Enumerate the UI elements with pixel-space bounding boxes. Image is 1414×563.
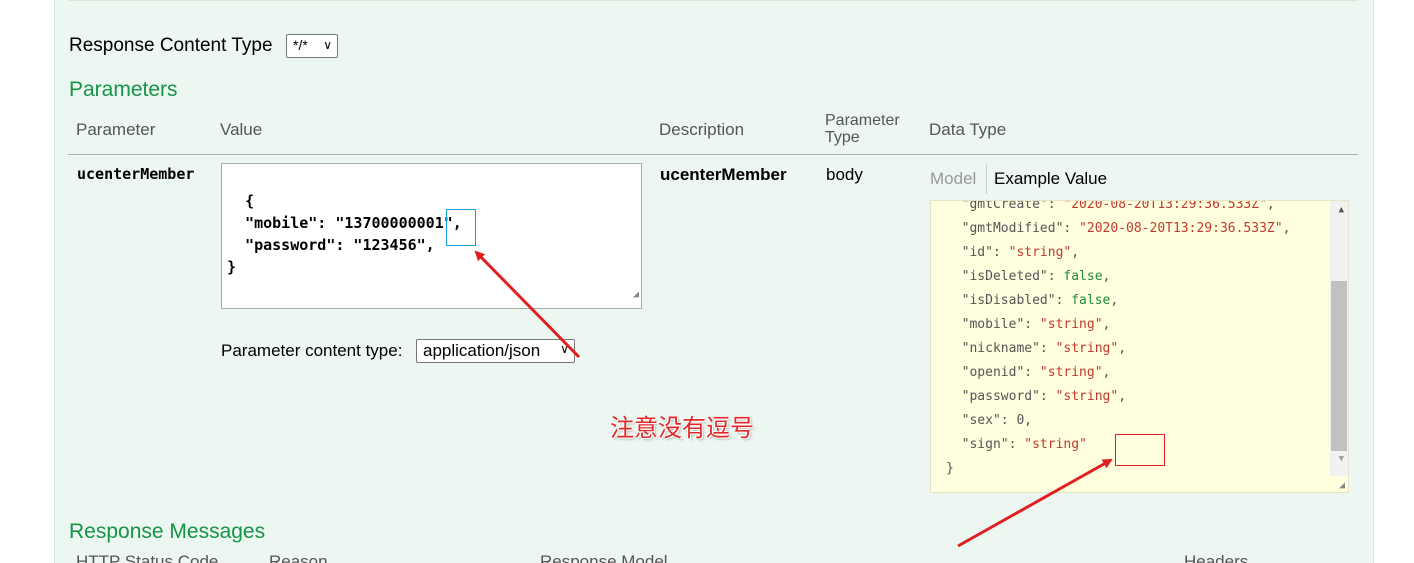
example-json-line: "nickname": "string", [946, 337, 1290, 361]
response-content-type-value: */* [293, 37, 308, 53]
json-value: "string" [1008, 245, 1072, 260]
header-underline [68, 154, 1358, 155]
example-json-line: "openid": "string", [946, 361, 1290, 385]
json-comma: , [1071, 245, 1080, 260]
parameter-name: ucenterMember [77, 165, 195, 183]
json-comma: , [1266, 200, 1275, 212]
scrollbar-thumb[interactable] [1331, 281, 1347, 451]
resize-grip-icon[interactable]: ◢ [633, 284, 639, 306]
json-comma: , [1102, 317, 1111, 332]
json-key: "nickname": [946, 341, 1056, 356]
json-value: "string" [1024, 437, 1087, 452]
scroll-up-icon[interactable]: ▲ [1339, 205, 1344, 215]
json-comma: , [1110, 293, 1119, 308]
header-parameter: Parameter [76, 120, 156, 139]
json-value: "string" [1055, 341, 1119, 356]
highlight-box-comma [446, 209, 476, 246]
parameter-content-type-value: application/json [423, 341, 541, 360]
header-reason: Reason [269, 552, 328, 563]
resize-grip-icon[interactable]: ◢ [1339, 480, 1345, 491]
example-json-line: "password": "string", [946, 385, 1290, 409]
json-value: false [1063, 269, 1103, 284]
example-json-line: "sex": 0, [946, 409, 1290, 433]
response-messages-title: Response Messages [69, 520, 266, 543]
header-status-code: HTTP Status Code [76, 552, 219, 563]
tab-example-value[interactable]: Example Value [994, 169, 1107, 189]
header-headers: Headers [1184, 552, 1249, 563]
parameter-value-textarea[interactable]: { "mobile": "13700000001", "password": "… [221, 163, 642, 309]
json-key: "isDisabled": [946, 293, 1072, 308]
json-key: "gmtModified": [946, 221, 1080, 236]
json-comma: , [1102, 269, 1111, 284]
header-parameter-type-text: Parameter Type [825, 112, 900, 146]
json-key: "sign": [946, 437, 1025, 452]
example-json-line: "isDeleted": false, [946, 265, 1290, 289]
example-json-line: "mobile": "string", [946, 313, 1290, 337]
json-comma: , [1282, 221, 1291, 236]
json-comma: , [1118, 341, 1127, 356]
header-data-type: Data Type [929, 120, 1007, 139]
json-value: false [1071, 293, 1111, 308]
response-content-type-label: Response Content Type [69, 35, 273, 56]
header-response-model: Response Model [540, 552, 668, 563]
scroll-down-icon[interactable]: ▼ [1339, 454, 1344, 464]
example-json-line: "id": "string", [946, 241, 1290, 265]
parameter-value-text: { "mobile": "13700000001", "password": "… [227, 192, 462, 276]
parameters-title: Parameters [69, 78, 178, 101]
json-comma: , [1118, 389, 1127, 404]
json-key: "sex": [946, 413, 1017, 428]
json-key: "gmtCreate": [946, 200, 1064, 212]
chevron-down-icon: ∨ [560, 342, 569, 356]
response-content-type-select[interactable]: */* ∨ [286, 34, 338, 58]
header-description: Description [659, 120, 745, 139]
parameter-description: ucenterMember [660, 165, 787, 184]
json-key: "id": [946, 245, 1009, 260]
scrollbar-track[interactable] [1330, 201, 1348, 476]
divider [68, 0, 1358, 1]
json-key: "isDeleted": [946, 269, 1064, 284]
json-comma: , [1024, 413, 1033, 428]
json-value: "2020-08-20T13:29:36.533Z" [1063, 200, 1267, 212]
example-json-line: "gmtCreate": "2020-08-20T13:29:36.533Z", [946, 200, 1290, 217]
json-value: "2020-08-20T13:29:36.533Z" [1079, 221, 1283, 236]
json-value: "string" [1039, 365, 1103, 380]
chevron-down-icon: ∨ [323, 38, 332, 52]
json-comma: , [1102, 365, 1111, 380]
json-value: "string" [1039, 317, 1103, 332]
header-value: Value [220, 120, 263, 139]
example-json-line: "isDisabled": false, [946, 289, 1290, 313]
parameter-type-value: body [826, 165, 863, 184]
json-key: "password": [946, 389, 1056, 404]
annotation-text: 注意没有逗号 [610, 414, 754, 442]
json-key: "mobile": [946, 317, 1040, 332]
example-json-line: "gmtModified": "2020-08-20T13:29:36.533Z… [946, 217, 1291, 241]
header-parameter-type: Parameter Type [825, 112, 915, 146]
highlight-box-no-comma [1115, 434, 1165, 466]
json-value: "string" [1055, 389, 1119, 404]
tab-model[interactable]: Model [930, 169, 976, 189]
parameter-content-type-label: Parameter content type: [221, 341, 403, 360]
tab-separator [986, 164, 987, 194]
parameter-content-type-select[interactable]: application/json ∨ [416, 339, 575, 363]
json-key: "openid": [946, 365, 1040, 380]
